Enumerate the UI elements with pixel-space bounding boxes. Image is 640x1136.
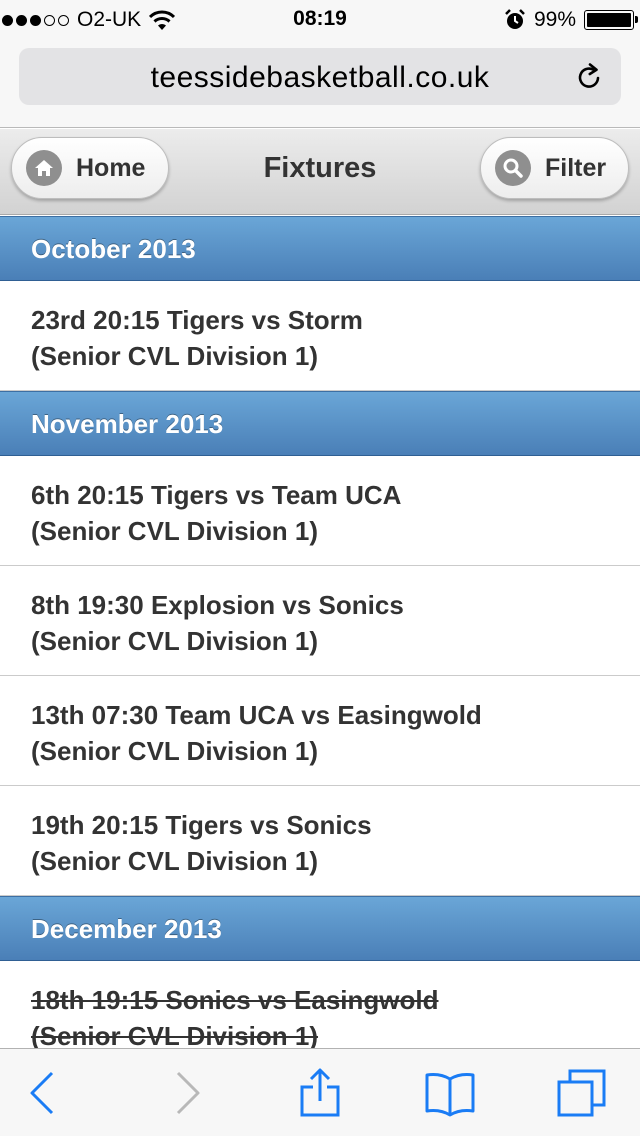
- month-divider: December 2013: [0, 896, 640, 961]
- fixture-item[interactable]: 23rd 20:15 Tigers vs Storm (Senior CVL D…: [0, 281, 640, 391]
- reload-icon[interactable]: [575, 62, 605, 92]
- tabs-icon[interactable]: [556, 1067, 608, 1119]
- fixture-title: 18th 19:15 Sonics vs Easingwold: [31, 985, 439, 1015]
- filter-button[interactable]: Filter: [480, 137, 629, 199]
- fixtures-list: October 2013 23rd 20:15 Tigers vs Storm …: [0, 216, 640, 1071]
- browser-address-area: teessidebasketball.co.uk: [0, 40, 640, 128]
- fixture-item[interactable]: 8th 19:30 Explosion vs Sonics (Senior CV…: [0, 566, 640, 676]
- fixture-competition: (Senior CVL Division 1): [31, 846, 319, 876]
- page-header: Home Fixtures Filter: [0, 129, 640, 215]
- fixture-item[interactable]: 19th 20:15 Tigers vs Sonics (Senior CVL …: [0, 786, 640, 896]
- fixture-competition: (Senior CVL Division 1): [31, 341, 319, 371]
- fixture-item[interactable]: 6th 20:15 Tigers vs Team UCA (Senior CVL…: [0, 456, 640, 566]
- address-url[interactable]: teessidebasketball.co.uk: [19, 61, 621, 95]
- fixture-title: 8th 19:30 Explosion vs Sonics: [31, 590, 404, 620]
- battery-icon: [584, 10, 638, 30]
- month-divider: November 2013: [0, 391, 640, 456]
- back-chevron-icon[interactable]: [18, 1067, 70, 1119]
- fixture-title: 23rd 20:15 Tigers vs Storm: [31, 305, 363, 335]
- fixture-title: 13th 07:30 Team UCA vs Easingwold: [31, 700, 482, 730]
- fixture-competition: (Senior CVL Division 1): [31, 626, 319, 656]
- filter-button-label: Filter: [545, 153, 607, 182]
- battery-percentage: 99%: [533, 8, 576, 31]
- month-divider: October 2013: [0, 216, 640, 281]
- search-icon: [495, 150, 531, 186]
- status-right: 99%: [504, 8, 638, 32]
- browser-toolbar: [0, 1048, 640, 1136]
- fixture-item[interactable]: 13th 07:30 Team UCA vs Easingwold (Senio…: [0, 676, 640, 786]
- fixture-title: 6th 20:15 Tigers vs Team UCA: [31, 480, 402, 510]
- forward-chevron-icon[interactable]: [160, 1067, 212, 1119]
- fixture-competition: (Senior CVL Division 1): [31, 736, 319, 766]
- fixture-competition: (Senior CVL Division 1): [31, 516, 319, 546]
- bookmarks-icon[interactable]: [424, 1067, 476, 1119]
- alarm-clock-icon: [505, 9, 525, 29]
- fixture-title: 19th 20:15 Tigers vs Sonics: [31, 810, 372, 840]
- address-bar[interactable]: teessidebasketball.co.uk: [19, 48, 621, 105]
- status-bar: O2-UK 08:19 99%: [0, 0, 640, 40]
- share-icon[interactable]: [294, 1067, 346, 1119]
